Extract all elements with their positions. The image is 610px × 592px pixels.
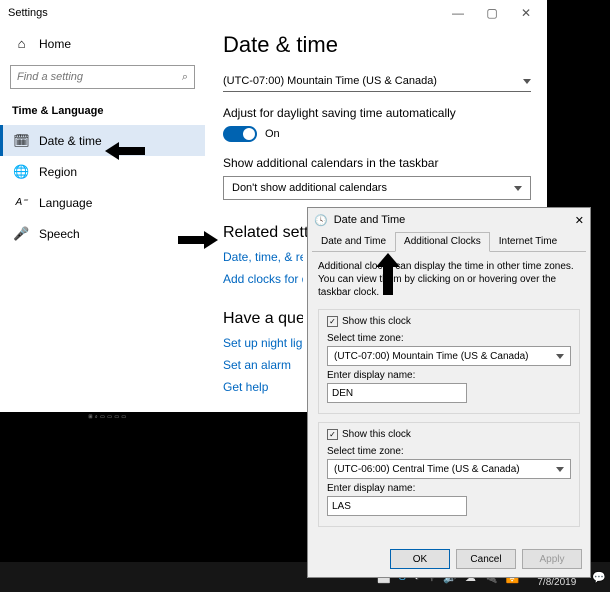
- checkbox-label: Show this clock: [342, 429, 411, 440]
- chevron-down-icon: [523, 75, 531, 87]
- clock-2-tz-value: (UTC-06:00) Central Time (US & Canada): [334, 464, 520, 475]
- notifications-icon[interactable]: 💬: [592, 571, 606, 584]
- nav-label: Language: [39, 196, 92, 210]
- category-label: Time & Language: [0, 101, 205, 125]
- tab-additional-clocks[interactable]: Additional Clocks: [395, 232, 490, 252]
- window-controls: — ▢ ✕: [441, 2, 543, 24]
- link-regional-formatting[interactable]: Date, time, & regional formatting: [223, 250, 303, 264]
- calendar-combo[interactable]: Don't show additional calendars: [223, 176, 531, 200]
- nav-date-time[interactable]: 🗓 Date & time: [0, 125, 205, 156]
- clock-1-checkbox[interactable]: ✓ Show this clock: [327, 316, 571, 327]
- link-night-light[interactable]: Set up night light: [223, 336, 303, 350]
- nav-label: Date & time: [39, 134, 102, 148]
- checkbox-label: Show this clock: [342, 316, 411, 327]
- nav-region[interactable]: 🌐 Region: [0, 156, 205, 187]
- clock-1-timezone-combo[interactable]: (UTC-07:00) Mountain Time (US & Canada): [327, 346, 571, 366]
- chevron-down-icon: [556, 351, 564, 362]
- calendar-value: Don't show additional calendars: [232, 182, 387, 194]
- close-button[interactable]: ✕: [509, 2, 543, 24]
- tab-internet-time[interactable]: Internet Time: [490, 232, 566, 251]
- search-box[interactable]: ⌕: [10, 65, 195, 89]
- dialog-description: Additional clocks can display the time i…: [318, 260, 580, 299]
- page-heading: Date & time: [223, 32, 531, 58]
- titlebar: Settings — ▢ ✕: [0, 0, 547, 26]
- clock-1-group: ✓ Show this clock Select time zone: (UTC…: [318, 309, 580, 414]
- question-heading: Have a question?: [223, 310, 303, 328]
- ok-button[interactable]: OK: [390, 549, 450, 569]
- dialog-titlebar: 🕓 Date and Time ✕: [308, 208, 590, 232]
- clock-2-group: ✓ Show this clock Select time zone: (UTC…: [318, 422, 580, 527]
- dialog-body: Additional clocks can display the time i…: [308, 252, 590, 543]
- date-time-dialog: 🕓 Date and Time ✕ Date and Time Addition…: [307, 207, 591, 578]
- checkbox-checked-icon: ✓: [327, 316, 338, 327]
- arrow-annotation-icon: [373, 253, 403, 295]
- name-label: Enter display name:: [327, 370, 571, 381]
- language-icon: A⁼: [14, 195, 29, 210]
- search-icon: ⌕: [182, 71, 188, 84]
- tz-label: Select time zone:: [327, 333, 571, 344]
- globe-icon: 🌐: [14, 164, 29, 179]
- link-add-clocks[interactable]: Add clocks for different time zones: [223, 272, 303, 286]
- cancel-button[interactable]: Cancel: [456, 549, 516, 569]
- name-label: Enter display name:: [327, 483, 571, 494]
- window-title: Settings: [8, 7, 48, 19]
- toggle-switch-on: [223, 126, 257, 142]
- checkbox-checked-icon: ✓: [327, 429, 338, 440]
- nav-label: Region: [39, 165, 77, 179]
- home-nav[interactable]: ⌂ Home: [0, 30, 205, 61]
- timezone-value: (UTC-07:00) Mountain Time (US & Canada): [223, 75, 437, 87]
- dst-toggle[interactable]: On: [223, 126, 531, 142]
- calendar-label: Show additional calendars in the taskbar: [223, 156, 531, 170]
- nav-label: Speech: [39, 227, 80, 241]
- clock-icon: 🕓: [314, 214, 328, 227]
- arrow-annotation-icon: [178, 229, 218, 251]
- taskbar-segment: ⊞ ⌕ ▭ ▭ ▭ ▭: [0, 412, 215, 432]
- clock-2-checkbox[interactable]: ✓ Show this clock: [327, 429, 571, 440]
- chevron-down-icon: [514, 182, 522, 194]
- dst-label: Adjust for daylight saving time automati…: [223, 106, 531, 120]
- clock-1-name-input[interactable]: DEN: [327, 383, 467, 403]
- clock-2-timezone-combo[interactable]: (UTC-06:00) Central Time (US & Canada): [327, 459, 571, 479]
- nav-language[interactable]: A⁼ Language: [0, 187, 205, 218]
- chevron-down-icon: [556, 464, 564, 475]
- dialog-title: Date and Time: [334, 214, 406, 226]
- microphone-icon: 🎤: [14, 226, 29, 241]
- dialog-tabs: Date and Time Additional Clocks Internet…: [312, 232, 586, 252]
- search-input[interactable]: [17, 71, 182, 83]
- clock-1-tz-value: (UTC-07:00) Mountain Time (US & Canada): [334, 351, 529, 362]
- minimize-button[interactable]: —: [441, 2, 475, 24]
- nav-speech[interactable]: 🎤 Speech: [0, 218, 205, 249]
- calendar-clock-icon: 🗓: [14, 133, 29, 148]
- dialog-footer: OK Cancel Apply: [308, 543, 590, 577]
- dst-state: On: [265, 128, 280, 140]
- tz-label: Select time zone:: [327, 446, 571, 457]
- maximize-button[interactable]: ▢: [475, 2, 509, 24]
- arrow-annotation-icon: [105, 140, 145, 162]
- timezone-combo[interactable]: (UTC-07:00) Mountain Time (US & Canada): [223, 70, 531, 92]
- taskbar-date: 7/8/2019: [537, 577, 576, 588]
- tab-date-and-time[interactable]: Date and Time: [312, 232, 395, 251]
- sidebar: ⌂ Home ⌕ Time & Language 🗓 Date & time 🌐…: [0, 26, 205, 412]
- dialog-close-button[interactable]: ✕: [575, 214, 584, 227]
- home-label: Home: [39, 37, 71, 51]
- clock-2-name-input[interactable]: LAS: [327, 496, 467, 516]
- apply-button[interactable]: Apply: [522, 549, 582, 569]
- home-icon: ⌂: [14, 36, 29, 51]
